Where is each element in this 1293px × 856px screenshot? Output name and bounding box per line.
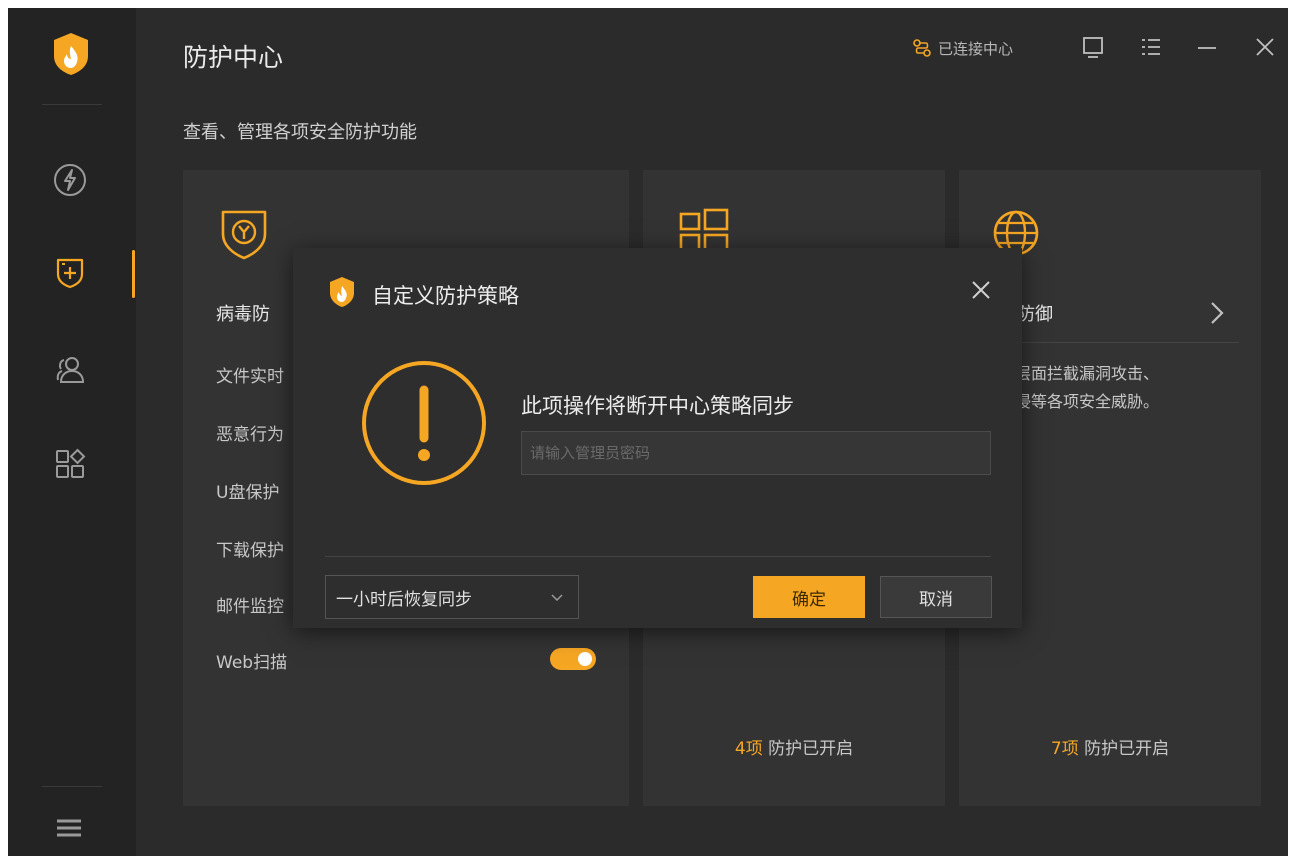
admin-password-input[interactable] — [521, 431, 991, 475]
item-mail-monitor: 邮件监控 — [216, 597, 284, 617]
shield-plus-icon[interactable] — [52, 254, 88, 290]
page-subtitle: 查看、管理各项安全防护功能 — [183, 122, 417, 143]
item-download-protection: 下载保护 — [216, 541, 284, 561]
active-nav-indicator — [132, 250, 135, 298]
resume-sync-select[interactable]: 一小时后恢复同步 — [325, 575, 579, 619]
network-card-desc-1: 络层面拦截漏洞攻击、 — [999, 364, 1160, 383]
dialog-divider — [325, 556, 991, 557]
link-icon — [913, 39, 931, 57]
dialog-title: 自定义防护策略 — [372, 284, 519, 308]
dialog-logo-icon — [330, 277, 354, 307]
apps-grid-icon[interactable] — [52, 446, 88, 482]
app-logo-icon — [54, 33, 88, 75]
feedback-icon[interactable] — [1080, 34, 1106, 60]
hamburger-menu-icon[interactable] — [54, 816, 84, 840]
card-divider — [999, 342, 1239, 343]
network-status-text: 防护已开启 — [1084, 739, 1170, 759]
network-status-count: 7项 — [1050, 739, 1079, 759]
minimize-icon[interactable] — [1194, 34, 1220, 60]
item-malicious-behavior: 恶意行为 — [216, 425, 284, 445]
sidebar-divider — [42, 104, 102, 105]
warning-icon — [362, 361, 486, 485]
app-window: 防护中心 查看、管理各项安全防护功能 已连接中心 病毒防 文件实时 恶意行为 U… — [8, 8, 1288, 856]
virus-card-title: 病毒防 — [216, 304, 270, 325]
item-web-scan: Web扫描 — [216, 653, 288, 673]
cancel-button[interactable]: 取消 — [880, 576, 992, 618]
lightning-icon[interactable] — [52, 162, 88, 198]
item-usb-protection: U盘保护 — [216, 483, 280, 503]
web-scan-toggle[interactable] — [550, 648, 596, 670]
system-status-text: 防护已开启 — [768, 739, 854, 759]
shield-y-icon — [221, 210, 267, 260]
network-card-desc-2: 入侵等各项安全威胁。 — [999, 392, 1160, 411]
dialog-close-icon[interactable] — [969, 278, 993, 302]
users-icon[interactable] — [52, 352, 88, 388]
custom-policy-dialog: 自定义防护策略 此项操作将断开中心策略同步 一小时后恢复同步 确定 取消 — [293, 248, 1022, 628]
close-window-icon[interactable] — [1252, 34, 1278, 60]
list-menu-icon[interactable] — [1138, 34, 1164, 60]
sidebar-divider — [42, 786, 102, 787]
page-title: 防护中心 — [183, 43, 284, 72]
dialog-message: 此项操作将断开中心策略同步 — [521, 394, 794, 418]
item-file-realtime: 文件实时 — [216, 367, 284, 387]
confirm-button[interactable]: 确定 — [753, 576, 865, 618]
connection-status-label: 已连接中心 — [938, 39, 1014, 58]
resume-sync-selected: 一小时后恢复同步 — [336, 589, 472, 610]
system-card-status: 4项 防护已开启 — [643, 734, 945, 759]
system-status-count: 4项 — [734, 739, 763, 759]
connection-status[interactable]: 已连接中心 — [912, 37, 1013, 59]
chevron-right-icon[interactable] — [1207, 300, 1227, 326]
chevron-down-icon — [551, 594, 563, 602]
sidebar — [8, 8, 136, 856]
network-card-status: 7项 防护已开启 — [959, 734, 1261, 759]
